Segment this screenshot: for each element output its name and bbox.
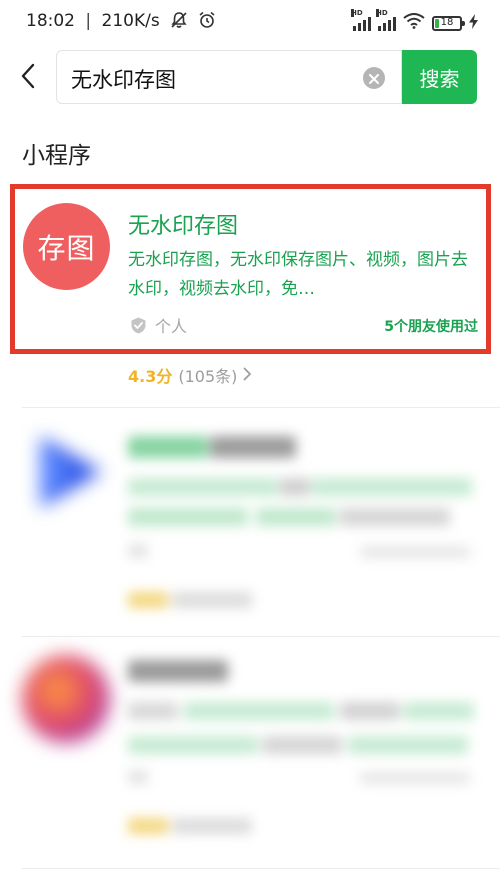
alarm-icon xyxy=(198,11,216,34)
status-time: 18:02 | 210K/s xyxy=(26,11,216,34)
charging-icon xyxy=(469,13,478,33)
divider xyxy=(22,636,500,637)
divider xyxy=(22,407,500,408)
status-icons: HD HD 18 xyxy=(351,9,478,33)
rating-count: (105条) xyxy=(178,367,238,386)
app-icon-text: 存图 xyxy=(37,231,96,265)
result-title[interactable]: 无水印存图 xyxy=(128,208,238,240)
back-arrow-icon xyxy=(20,63,36,93)
chevron-right-icon xyxy=(243,366,252,385)
clock-time: 18:02 xyxy=(26,11,75,31)
rating-row[interactable]: 4.3分 (105条) xyxy=(128,363,252,387)
search-query[interactable]: 无水印存图 xyxy=(71,64,176,94)
developer-row: 个人 xyxy=(130,313,187,337)
search-input[interactable]: 无水印存图 xyxy=(56,50,402,104)
divider xyxy=(22,868,500,869)
back-button[interactable] xyxy=(10,58,46,98)
wifi-icon xyxy=(403,13,425,33)
blurred-app-icon xyxy=(22,655,110,743)
close-icon xyxy=(369,69,379,88)
friends-used: 5个朋友使用过 xyxy=(384,319,478,335)
battery-icon: 18 xyxy=(432,15,465,31)
app-icon[interactable]: 存图 xyxy=(23,203,110,290)
status-bar: 18:02 | 210K/s HD HD 18 xyxy=(0,0,500,44)
blurred-app-icon xyxy=(26,430,108,512)
section-title: 小程序 xyxy=(22,143,91,169)
rating-score: 4.3分 xyxy=(128,367,173,386)
mute-icon xyxy=(170,11,188,34)
result-description: 无水印存图，无水印保存图片、视频，图片去水印，视频去水印，免… xyxy=(128,250,468,299)
verified-check-icon xyxy=(130,317,147,334)
search-button[interactable]: 搜索 xyxy=(402,50,477,104)
developer-label: 个人 xyxy=(155,317,188,336)
battery-text: 18 xyxy=(440,16,454,28)
network-speed: 210K/s xyxy=(101,11,160,31)
signal-icon: HD xyxy=(376,9,396,31)
signal-icon: HD xyxy=(351,9,371,31)
clear-search-button[interactable] xyxy=(363,67,385,89)
